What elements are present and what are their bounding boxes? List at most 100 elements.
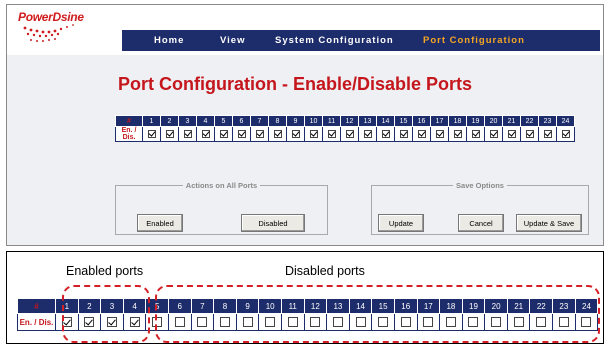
port-cell-17 xyxy=(430,126,449,142)
disable-all-button[interactable]: Disabled xyxy=(241,214,305,232)
port-cell-19 xyxy=(466,126,485,142)
port-10-checkbox[interactable] xyxy=(309,130,318,138)
port-number-22: 22 xyxy=(520,115,539,127)
main-nav-bar: Home View System Configuration Port Conf… xyxy=(122,30,600,51)
port-cell-15 xyxy=(394,126,413,142)
port-number-10: 10 xyxy=(304,115,323,127)
port-cell-20 xyxy=(484,126,503,142)
port-number-7: 7 xyxy=(250,115,269,127)
cancel-button[interactable]: Cancel xyxy=(458,214,504,232)
port-20-checkbox[interactable] xyxy=(489,130,498,138)
port-number-16: 16 xyxy=(412,115,431,127)
port-number-24: 24 xyxy=(556,115,575,127)
port-12-checkbox[interactable] xyxy=(345,130,354,138)
port-number-15: 15 xyxy=(394,115,413,127)
port-number-9: 9 xyxy=(286,115,305,127)
nav-system-configuration[interactable]: System Configuration xyxy=(275,35,394,46)
port-cell-2 xyxy=(160,126,179,142)
powerdsine-logo: PowerDsine xyxy=(15,8,103,48)
port-number-21: 21 xyxy=(502,115,521,127)
port-5-checkbox[interactable] xyxy=(219,130,228,138)
port-number-11: 11 xyxy=(322,115,341,127)
port-9-checkbox[interactable] xyxy=(291,130,300,138)
annotated-en-dis-label: En. / Dis. xyxy=(17,313,56,331)
port-cell-10 xyxy=(304,126,323,142)
port-7-checkbox[interactable] xyxy=(255,130,264,138)
enabled-ports-highlight xyxy=(62,285,150,343)
port-1-checkbox[interactable] xyxy=(147,130,156,138)
port-cell-11 xyxy=(322,126,341,142)
port-6-checkbox[interactable] xyxy=(237,130,246,138)
port-19-checkbox[interactable] xyxy=(471,130,480,138)
port-cell-21 xyxy=(502,126,521,142)
port-number-14: 14 xyxy=(376,115,395,127)
port-23-checkbox[interactable] xyxy=(543,130,552,138)
port-cell-9 xyxy=(286,126,305,142)
port-number-20: 20 xyxy=(484,115,503,127)
port-cell-12 xyxy=(340,126,359,142)
port-number-19: 19 xyxy=(466,115,485,127)
en-dis-label: En. / Dis. xyxy=(115,126,143,142)
port-24-checkbox[interactable] xyxy=(561,130,570,138)
nav-port-configuration[interactable]: Port Configuration xyxy=(423,35,525,46)
port-cell-6 xyxy=(232,126,251,142)
port-cell-4 xyxy=(196,126,215,142)
update-and-save-button[interactable]: Update & Save xyxy=(516,214,582,232)
port-number-6: 6 xyxy=(232,115,251,127)
update-button[interactable]: Update xyxy=(378,214,424,232)
port-17-checkbox[interactable] xyxy=(435,130,444,138)
port-15-checkbox[interactable] xyxy=(399,130,408,138)
port-cell-3 xyxy=(178,126,197,142)
port-16-checkbox[interactable] xyxy=(417,130,426,138)
port-cell-18 xyxy=(448,126,467,142)
disabled-ports-highlight xyxy=(155,285,600,343)
save-group-legend: Save Options xyxy=(456,181,504,190)
port-number-3: 3 xyxy=(178,115,197,127)
port-13-checkbox[interactable] xyxy=(363,130,372,138)
enable-all-button[interactable]: Enabled xyxy=(137,214,183,232)
port-hash-label: # xyxy=(115,115,143,127)
port-number-17: 17 xyxy=(430,115,449,127)
port-cell-16 xyxy=(412,126,431,142)
nav-home[interactable]: Home xyxy=(154,35,184,46)
port-22-checkbox[interactable] xyxy=(525,130,534,138)
nav-view[interactable]: View xyxy=(220,35,245,46)
port-3-checkbox[interactable] xyxy=(183,130,192,138)
annotated-port-detail: Enabled ports Disabled ports # 123456789… xyxy=(6,251,604,344)
port-number-12: 12 xyxy=(340,115,359,127)
port-14-checkbox[interactable] xyxy=(381,130,390,138)
port-21-checkbox[interactable] xyxy=(507,130,516,138)
enabled-ports-annotation: Enabled ports xyxy=(66,264,144,278)
port-11-checkbox[interactable] xyxy=(327,130,336,138)
port-cell-8 xyxy=(268,126,287,142)
page-title: Port Configuration - Enable/Disable Port… xyxy=(118,74,473,94)
annotated-port-hash-label: # xyxy=(17,298,56,314)
port-number-18: 18 xyxy=(448,115,467,127)
port-cell-23 xyxy=(538,126,557,142)
port-number-5: 5 xyxy=(214,115,233,127)
port-number-1: 1 xyxy=(142,115,161,127)
port-cell-24 xyxy=(556,126,575,142)
port-number-23: 23 xyxy=(538,115,557,127)
port-cell-5 xyxy=(214,126,233,142)
logo-swoosh-icon xyxy=(23,24,74,42)
port-cell-1 xyxy=(142,126,161,142)
actions-group-legend: Actions on All Ports xyxy=(185,181,258,190)
port-cell-14 xyxy=(376,126,395,142)
port-cell-7 xyxy=(250,126,269,142)
port-enable-row: En. / Dis. xyxy=(115,126,575,142)
port-4-checkbox[interactable] xyxy=(201,130,210,138)
port-cell-13 xyxy=(358,126,377,142)
port-number-4: 4 xyxy=(196,115,215,127)
port-2-checkbox[interactable] xyxy=(165,130,174,138)
port-cell-22 xyxy=(520,126,539,142)
port-number-2: 2 xyxy=(160,115,179,127)
port-number-13: 13 xyxy=(358,115,377,127)
port-number-8: 8 xyxy=(268,115,287,127)
port-18-checkbox[interactable] xyxy=(453,130,462,138)
port-number-row: # 1 2 3 4 5 6 7 8 9 10 11 12 13 14 15 16 17 18 19 20 21 22 23 2… xyxy=(115,115,575,127)
port-8-checkbox[interactable] xyxy=(273,130,282,138)
port-config-page-screenshot: PowerDsine Home View System Configuratio… xyxy=(6,4,604,246)
disabled-ports-annotation: Disabled ports xyxy=(285,264,365,278)
port-enable-table: # 1 2 3 4 5 6 7 8 9 10 11 12 13 14 15 16 17 18 19 20 21 22 23 2… xyxy=(115,115,575,142)
